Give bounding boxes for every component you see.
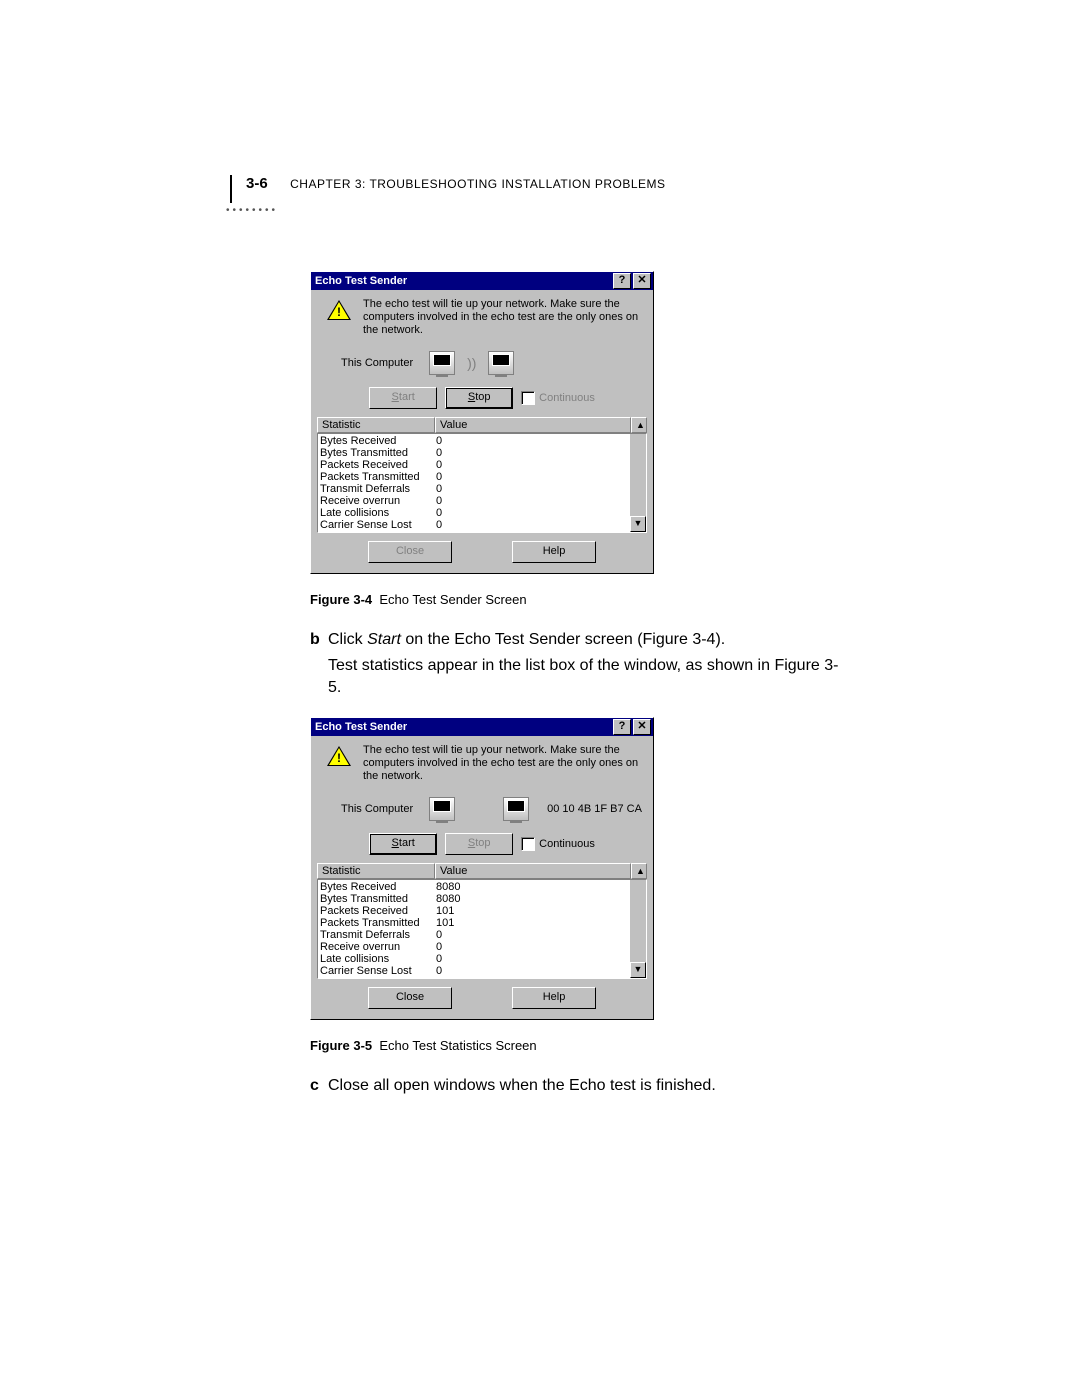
stats-table: Statistic Value ▲ Bytes Received8080Byte… — [317, 863, 647, 979]
step-b-text: bClick Start on the Echo Test Sender scr… — [310, 629, 850, 699]
col-value[interactable]: Value — [435, 417, 631, 433]
table-row[interactable]: Packets Received101 — [320, 905, 630, 917]
figure-caption-1: Figure 3-4 Echo Test Sender Screen — [310, 592, 850, 607]
table-row[interactable]: Transmit Deferrals0 — [320, 483, 630, 495]
checkbox-icon[interactable] — [521, 837, 535, 851]
table-row[interactable]: Late collisions0 — [320, 953, 630, 965]
scroll-up-button[interactable]: ▲ — [631, 863, 647, 879]
stop-button[interactable]: Stop — [445, 833, 513, 855]
page-number: 3-6 — [246, 175, 268, 192]
echo-test-dialog-2: Echo Test Sender ? ✕ ! The echo test wil… — [310, 717, 654, 1020]
computer-icon — [429, 351, 455, 375]
table-row[interactable]: Bytes Received8080 — [320, 881, 630, 893]
table-rows-1: Bytes Received0Bytes Transmitted0Packets… — [318, 434, 630, 532]
stop-button[interactable]: Stop — [445, 387, 513, 409]
help-button[interactable]: ? — [613, 719, 631, 735]
remote-computer-icon — [503, 797, 529, 821]
this-computer-label: This Computer — [341, 803, 413, 815]
continuous-label: Continuous — [539, 838, 595, 850]
table-row[interactable]: Transmit Deferrals0 — [320, 929, 630, 941]
titlebar[interactable]: Echo Test Sender ? ✕ — [311, 272, 653, 290]
titlebar[interactable]: Echo Test Sender ? ✕ — [311, 718, 653, 736]
echo-test-dialog-1: Echo Test Sender ? ✕ ! The echo test wil… — [310, 271, 654, 574]
window-title: Echo Test Sender — [313, 275, 611, 287]
scroll-up-button[interactable]: ▲ — [631, 417, 647, 433]
figure-caption-2: Figure 3-5 Echo Test Statistics Screen — [310, 1038, 850, 1053]
computer-icon — [429, 797, 455, 821]
signal-icon: )) — [467, 355, 476, 371]
table-row[interactable]: Carrier Sense Lost0 — [320, 519, 630, 531]
continuous-checkbox[interactable]: Continuous — [521, 391, 595, 405]
table-row[interactable]: Packets Transmitted0 — [320, 471, 630, 483]
table-row[interactable]: Late collisions0 — [320, 507, 630, 519]
remote-computer-icon — [488, 351, 514, 375]
warning-icon: ! — [327, 746, 351, 766]
col-statistic[interactable]: Statistic — [317, 417, 435, 433]
col-value[interactable]: Value — [435, 863, 631, 879]
scrollbar[interactable]: ▼ — [630, 880, 646, 978]
page-header: 3-6 CHAPTER 3: TROUBLESHOOTING INSTALLAT… — [230, 175, 850, 203]
table-row[interactable]: Bytes Transmitted0 — [320, 447, 630, 459]
scrollbar[interactable]: ▼ — [630, 434, 646, 532]
help-dialog-button[interactable]: Help — [512, 987, 596, 1009]
warning-text: The echo test will tie up your network. … — [363, 744, 645, 783]
table-row[interactable]: Bytes Received0 — [320, 435, 630, 447]
mac-address: 00 10 4B 1F B7 CA — [547, 803, 642, 815]
header-dots: •••••••• — [226, 205, 850, 216]
start-button[interactable]: Start — [369, 833, 437, 855]
close-button[interactable]: Close — [368, 987, 452, 1009]
close-button[interactable]: Close — [368, 541, 452, 563]
help-dialog-button[interactable]: Help — [512, 541, 596, 563]
window-title: Echo Test Sender — [313, 721, 611, 733]
table-row[interactable]: Receive overrun0 — [320, 495, 630, 507]
stats-table: Statistic Value ▲ Bytes Received0Bytes T… — [317, 417, 647, 533]
chapter-title: CHAPTER 3: TROUBLESHOOTING INSTALLATION … — [290, 177, 665, 191]
continuous-label: Continuous — [539, 392, 595, 404]
this-computer-label: This Computer — [341, 357, 413, 369]
table-rows-2: Bytes Received8080Bytes Transmitted8080P… — [318, 880, 630, 978]
continuous-checkbox[interactable]: Continuous — [521, 837, 595, 851]
step-c-text: cClose all open windows when the Echo te… — [310, 1075, 850, 1097]
table-row[interactable]: Bytes Transmitted8080 — [320, 893, 630, 905]
close-window-button[interactable]: ✕ — [633, 273, 651, 289]
scroll-down-button[interactable]: ▼ — [630, 516, 646, 532]
warning-icon: ! — [327, 300, 351, 320]
warning-text: The echo test will tie up your network. … — [363, 298, 645, 337]
close-window-button[interactable]: ✕ — [633, 719, 651, 735]
scroll-down-button[interactable]: ▼ — [630, 962, 646, 978]
table-row[interactable]: Carrier Sense Lost0 — [320, 965, 630, 977]
table-row[interactable]: Receive overrun0 — [320, 941, 630, 953]
help-button[interactable]: ? — [613, 273, 631, 289]
table-row[interactable]: Packets Transmitted101 — [320, 917, 630, 929]
checkbox-icon[interactable] — [521, 391, 535, 405]
table-row[interactable]: Packets Received0 — [320, 459, 630, 471]
start-button[interactable]: Start — [369, 387, 437, 409]
col-statistic[interactable]: Statistic — [317, 863, 435, 879]
